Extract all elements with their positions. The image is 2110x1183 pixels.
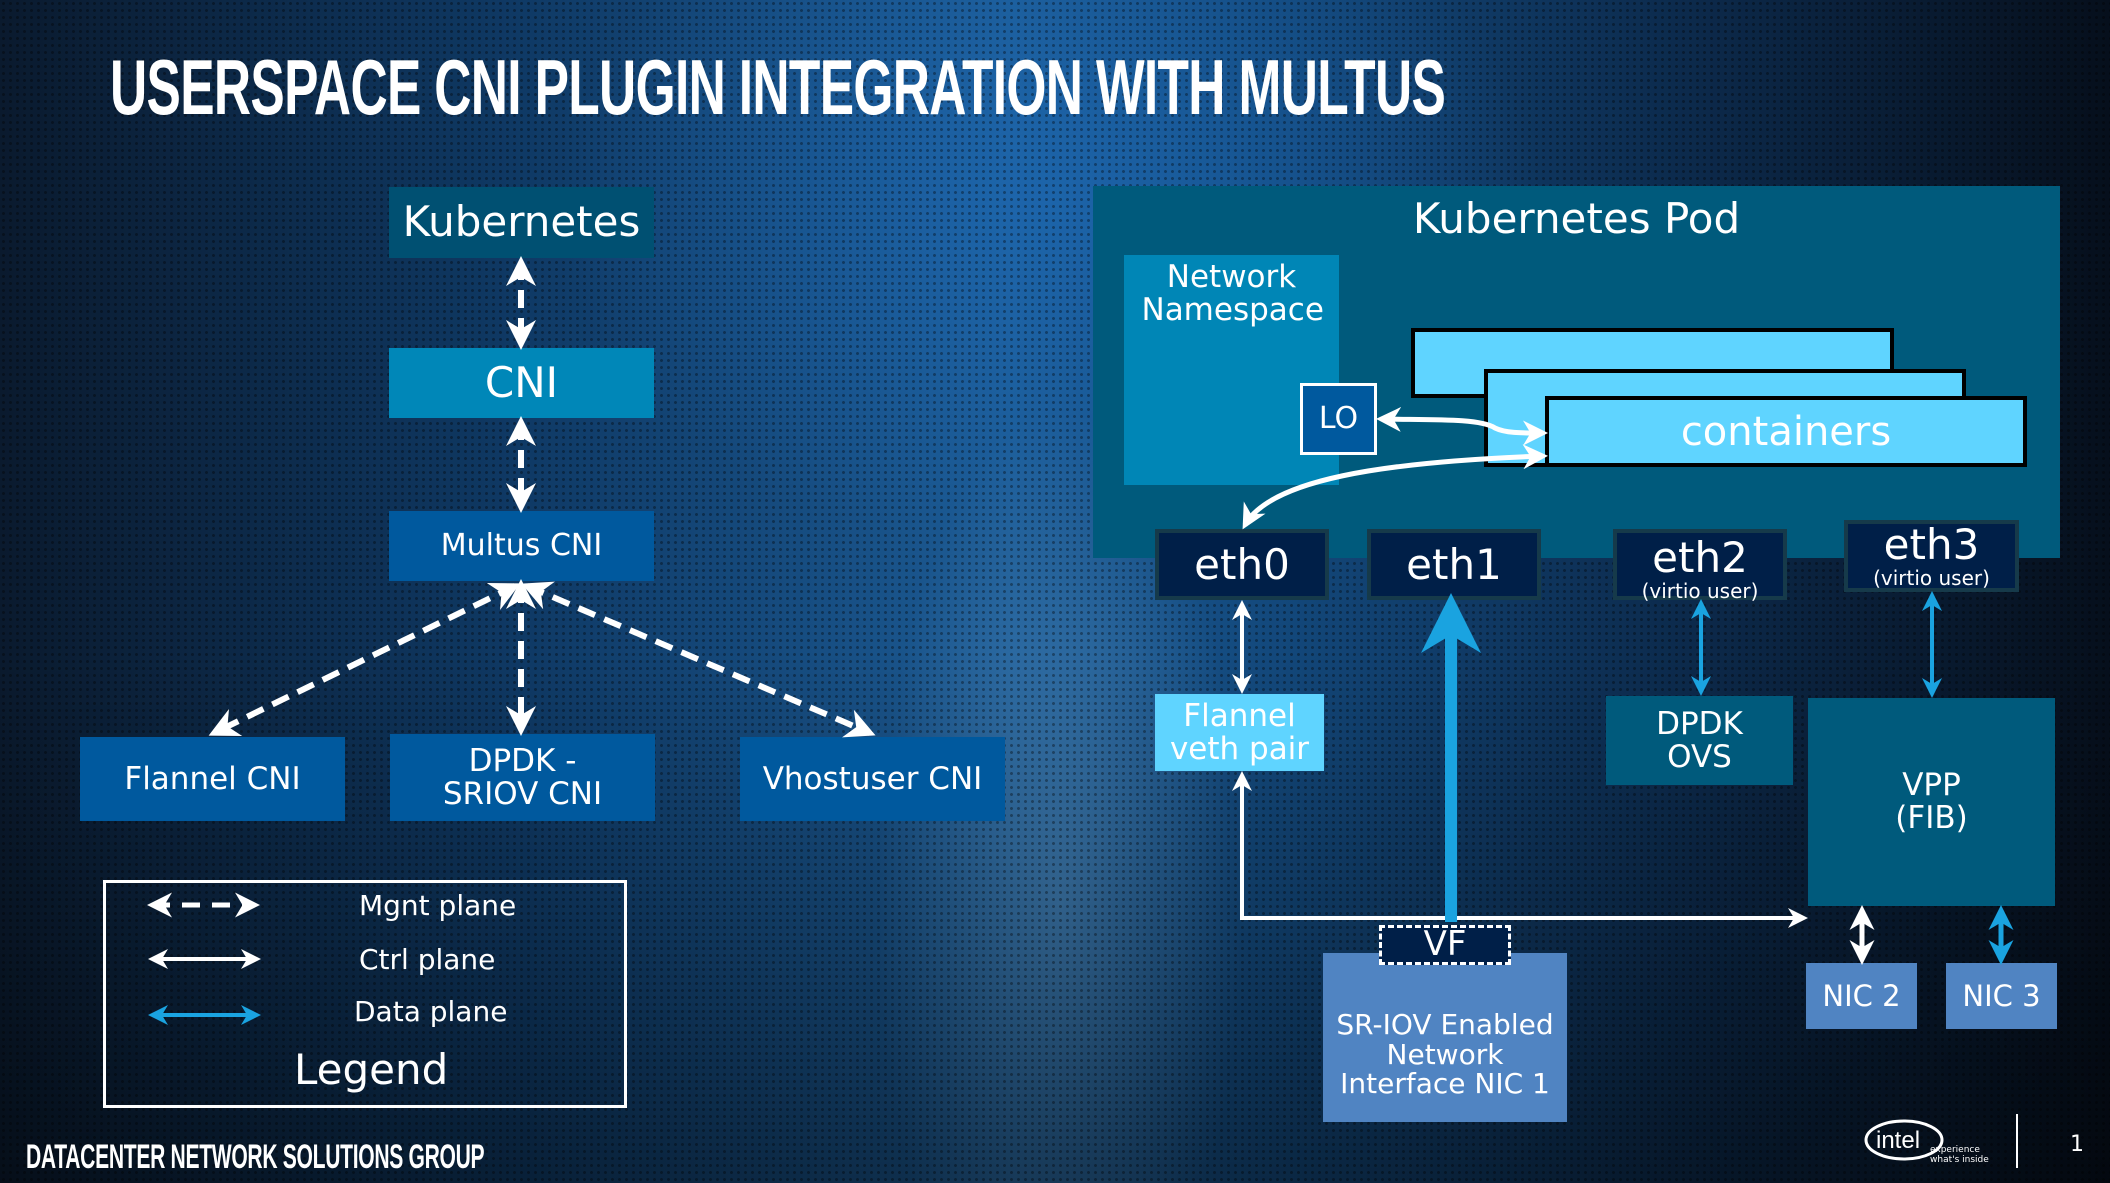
page-number: 1 [2070,1132,2084,1157]
footer-group-name: DATACENTER NETWORK SOLUTIONS GROUP [26,1138,485,1176]
arrow-containers-eth0 [1242,444,1548,530]
arrow-lo-containers [1376,406,1548,446]
arrow-flannel-vpp [1232,771,1808,928]
intel-tagline: experience what's inside [1930,1145,1989,1165]
footer-divider [2016,1114,2018,1168]
arrow-multus-flannel [208,583,521,736]
arrow-multus-vhost [521,581,876,738]
intel-logo: intel experience what's inside [1862,1118,1992,1172]
connector-arrows [147,256,2014,1025]
intel-wordmark: intel [1876,1127,1920,1154]
